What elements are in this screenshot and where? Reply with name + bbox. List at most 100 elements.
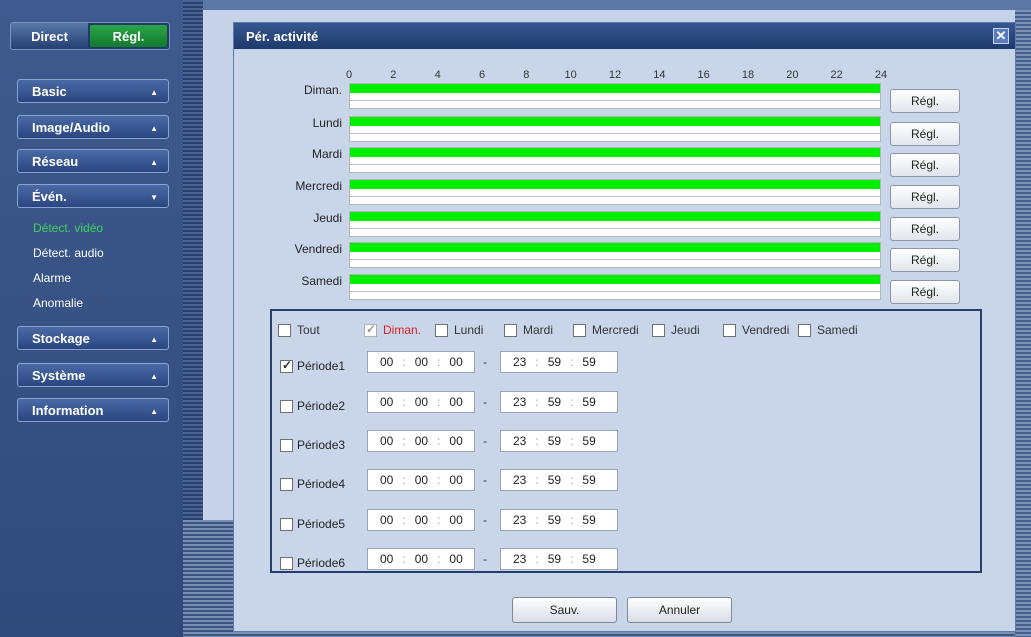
time-field[interactable]: 59: [548, 355, 561, 369]
day-schedule-bar[interactable]: [349, 116, 881, 142]
time-field[interactable]: 23: [513, 355, 526, 369]
time-field[interactable]: 23: [513, 552, 526, 566]
time-field[interactable]: 00: [380, 355, 393, 369]
day-option[interactable]: Lundi: [435, 323, 483, 337]
time-field[interactable]: 00: [415, 434, 428, 448]
submenu-video-detect[interactable]: Détect. vidéo: [33, 221, 103, 235]
select-all-option[interactable]: Tout: [278, 323, 320, 337]
time-field[interactable]: 00: [415, 552, 428, 566]
day-settings-button[interactable]: Régl.: [890, 122, 960, 146]
start-time-input[interactable]: 00:00:00: [367, 430, 475, 452]
day-settings-button[interactable]: Régl.: [890, 185, 960, 209]
day-schedule-bar[interactable]: [349, 83, 881, 109]
start-time-input[interactable]: 00:00:00: [367, 351, 475, 373]
time-field[interactable]: 59: [582, 513, 595, 527]
day-option[interactable]: Samedi: [798, 323, 858, 337]
menu-image-audio[interactable]: Image/Audio ▲: [17, 115, 169, 139]
time-field[interactable]: 00: [380, 552, 393, 566]
time-field[interactable]: 59: [582, 355, 595, 369]
day-checkbox[interactable]: [504, 323, 517, 337]
start-time-input[interactable]: 00:00:00: [367, 509, 475, 531]
menu-storage[interactable]: Stockage ▲: [17, 326, 169, 350]
close-icon[interactable]: ✕: [993, 28, 1009, 44]
period-checkbox[interactable]: [280, 358, 293, 373]
period-checkbox[interactable]: [280, 517, 293, 531]
submenu-alarm[interactable]: Alarme: [33, 271, 71, 285]
time-field[interactable]: 00: [449, 355, 462, 369]
period-checkbox[interactable]: [280, 438, 293, 452]
time-field[interactable]: 00: [449, 552, 462, 566]
menu-network[interactable]: Réseau ▲: [17, 149, 169, 173]
start-time-input[interactable]: 00:00:00: [367, 469, 475, 491]
period-checkbox[interactable]: [280, 399, 293, 413]
save-button[interactable]: Sauv.: [512, 597, 617, 623]
time-field[interactable]: 00: [449, 473, 462, 487]
cancel-button[interactable]: Annuler: [627, 597, 732, 623]
time-field[interactable]: 00: [415, 513, 428, 527]
menu-event[interactable]: Évén. ▼: [17, 184, 169, 208]
time-field[interactable]: 00: [415, 395, 428, 409]
day-checkbox[interactable]: [652, 323, 665, 337]
time-field[interactable]: 00: [380, 395, 393, 409]
end-time-input[interactable]: 23:59:59: [500, 391, 618, 413]
end-time-input[interactable]: 23:59:59: [500, 548, 618, 570]
time-field[interactable]: 00: [449, 434, 462, 448]
time-field[interactable]: 59: [548, 473, 561, 487]
end-time-input[interactable]: 23:59:59: [500, 430, 618, 452]
day-schedule-bar[interactable]: [349, 274, 881, 300]
start-time-input[interactable]: 00:00:00: [367, 548, 475, 570]
menu-information[interactable]: Information ▲: [17, 398, 169, 422]
time-field[interactable]: 00: [415, 355, 428, 369]
period-checkbox[interactable]: [280, 477, 293, 491]
time-field[interactable]: 59: [548, 395, 561, 409]
period-checkbox[interactable]: [280, 556, 293, 570]
submenu-anomaly[interactable]: Anomalie: [33, 296, 83, 310]
time-field[interactable]: 59: [582, 552, 595, 566]
day-settings-button[interactable]: Régl.: [890, 89, 960, 113]
menu-basic[interactable]: Basic ▲: [17, 79, 169, 103]
tab-settings[interactable]: Régl.: [90, 25, 167, 47]
submenu-audio-detect[interactable]: Détect. audio: [33, 246, 104, 260]
day-option[interactable]: Mardi: [504, 323, 553, 337]
day-checkbox[interactable]: [723, 323, 736, 337]
day-checkbox[interactable]: [573, 323, 586, 337]
menu-system[interactable]: Système ▲: [17, 363, 169, 387]
day-option[interactable]: Jeudi: [652, 323, 700, 337]
day-schedule-bar[interactable]: [349, 242, 881, 268]
time-field[interactable]: 59: [582, 395, 595, 409]
time-field[interactable]: 23: [513, 395, 526, 409]
time-field[interactable]: 00: [380, 473, 393, 487]
time-field[interactable]: 00: [380, 434, 393, 448]
time-field[interactable]: 23: [513, 473, 526, 487]
time-field[interactable]: 00: [449, 395, 462, 409]
day-settings-button[interactable]: Régl.: [890, 153, 960, 177]
time-field[interactable]: 00: [380, 513, 393, 527]
time-field[interactable]: 23: [513, 513, 526, 527]
time-field[interactable]: 00: [415, 473, 428, 487]
day-option[interactable]: Diman.: [364, 322, 421, 337]
day-checkbox[interactable]: [798, 323, 811, 337]
select-all-checkbox[interactable]: [278, 323, 291, 337]
day-checkbox[interactable]: [364, 322, 377, 337]
day-checkbox[interactable]: [435, 323, 448, 337]
day-option[interactable]: Mercredi: [573, 323, 639, 337]
end-time-input[interactable]: 23:59:59: [500, 351, 618, 373]
time-field[interactable]: 59: [548, 513, 561, 527]
start-time-input[interactable]: 00:00:00: [367, 391, 475, 413]
time-field[interactable]: 59: [548, 552, 561, 566]
time-field[interactable]: 00: [449, 513, 462, 527]
day-schedule-bar[interactable]: [349, 147, 881, 173]
day-settings-button[interactable]: Régl.: [890, 280, 960, 304]
tab-direct[interactable]: Direct: [11, 23, 88, 49]
end-time-input[interactable]: 23:59:59: [500, 509, 618, 531]
time-field[interactable]: 59: [548, 434, 561, 448]
day-schedule-bar[interactable]: [349, 211, 881, 237]
day-schedule-bar[interactable]: [349, 179, 881, 205]
day-settings-button[interactable]: Régl.: [890, 248, 960, 272]
day-settings-button[interactable]: Régl.: [890, 217, 960, 241]
time-field[interactable]: 59: [582, 473, 595, 487]
time-field[interactable]: 23: [513, 434, 526, 448]
end-time-input[interactable]: 23:59:59: [500, 469, 618, 491]
time-field[interactable]: 59: [582, 434, 595, 448]
day-option[interactable]: Vendredi: [723, 323, 789, 337]
